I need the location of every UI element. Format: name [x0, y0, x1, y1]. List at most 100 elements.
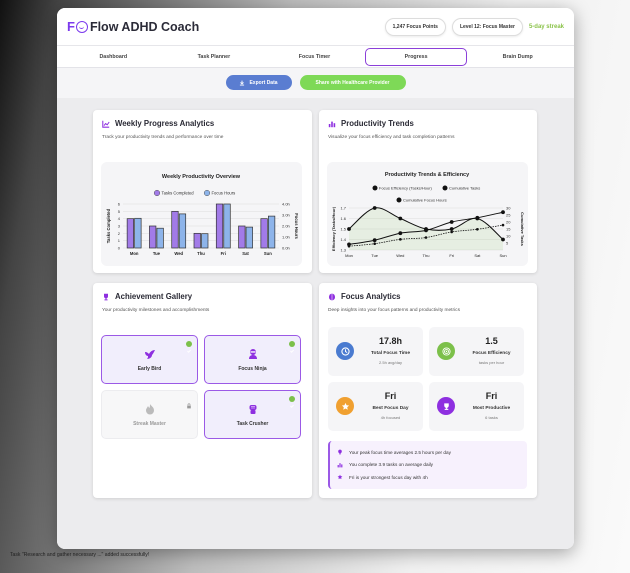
analytics-title: Focus Analytics [341, 292, 401, 301]
tab-dashboard[interactable]: Dashboard [63, 54, 164, 60]
bar-tasks [149, 225, 157, 249]
app-window: F Flow ADHD Coach 1,247 Focus Points Lev… [57, 8, 574, 549]
stat-value: 17.8h [378, 336, 402, 346]
check-icon [289, 341, 295, 353]
bar-hours [178, 213, 187, 249]
y2-tick-label: 3.0h [282, 213, 290, 218]
bird-icon [144, 349, 155, 359]
lock-icon [186, 396, 192, 414]
focus-analytics-card: Focus Analytics Deep insights into your … [319, 283, 537, 498]
y2-tick-label: 25 [506, 213, 511, 218]
y-axis-label: Tasks Completed [106, 208, 111, 243]
achievement-early-bird[interactable]: Early Bird [101, 335, 198, 384]
insight-item: Fri is your strongest focus day with 4h [337, 471, 520, 484]
star-icon [337, 474, 343, 480]
content-area: Weekly Progress Analytics Track your pro… [57, 98, 574, 549]
y2-tick-label: 15 [506, 227, 511, 232]
tab-focus-timer[interactable]: Focus Timer [264, 54, 365, 60]
achievement-gallery-card: Achievement Gallery Your productivity mi… [93, 283, 312, 498]
y-tick-label: 3 [118, 224, 121, 229]
legend-label: Focus Hours [212, 191, 236, 196]
data-point-cumulative-hours [373, 242, 376, 245]
check-icon [289, 396, 295, 408]
stat-sub: 2.5h avg/day [379, 360, 402, 365]
star-icon [336, 397, 354, 415]
achievement-streak-master[interactable]: Streak Master [101, 390, 198, 439]
export-data-button[interactable]: Export Data [225, 75, 292, 90]
stat-label: Focus Efficiency [472, 351, 511, 356]
y2-tick-label: 2.0h [282, 224, 290, 229]
y-tick-label: 0 [118, 246, 121, 251]
insight-text: Fri is your strongest focus day with 4h [349, 474, 428, 480]
data-point-cumulative-tasks [501, 210, 505, 215]
stat-sub: tasks per hour [478, 360, 505, 365]
achievement-focus-ninja[interactable]: Focus Ninja [204, 335, 301, 384]
legend-swatch [203, 189, 211, 197]
trends-subtitle: Visualize your focus efficiency and task… [328, 135, 455, 140]
app-logo[interactable]: F Flow ADHD Coach [67, 19, 199, 34]
y2-tick-label: 0.0h [282, 246, 290, 251]
data-point-efficiency [347, 227, 351, 231]
smiley-icon [75, 20, 88, 33]
legend-swatch [153, 189, 161, 197]
data-point-cumulative-hours [347, 244, 351, 248]
bar-tasks [215, 203, 224, 249]
y2-axis-label: Focus Hours [294, 213, 299, 239]
y-tick-label: 1.6 [340, 216, 346, 221]
share-provider-button[interactable]: Share with Healthcare Provider [299, 75, 406, 90]
bar-hours [156, 227, 164, 249]
x-tick-label: Thu [423, 253, 430, 258]
tab-progress[interactable]: Progress [364, 47, 468, 66]
insights-panel: Your peak focus time averages 2.5 hours … [328, 441, 527, 489]
legend-label: Focus Efficiency (Tasks/Hour) [379, 186, 432, 191]
chart-icon [102, 120, 110, 128]
y-tick-label: 5 [118, 209, 121, 214]
achievements-subtitle: Your productivity milestones and accompl… [102, 308, 210, 313]
data-point-cumulative-hours [501, 223, 505, 227]
weekly-productivity-chart: Weekly Productivity Overview Tasks Comple… [106, 174, 299, 256]
data-point-efficiency [372, 206, 377, 210]
insight-text: You complete 3.9 tasks on average daily [349, 462, 433, 468]
data-point-cumulative-hours [399, 238, 402, 241]
stat-label: Best Focus Day [372, 406, 409, 411]
x-tick-label: Fri [449, 253, 454, 258]
chart-title: Productivity Trends & Efficiency [385, 172, 470, 178]
legend-swatch [442, 185, 448, 191]
y2-axis-label: Cumulative Tasks [520, 212, 525, 246]
x-tick-label: Fri [221, 251, 226, 256]
legend-label: Cumulative Tasks [449, 186, 480, 191]
achievement-task-crusher[interactable]: Task Crusher [204, 390, 301, 439]
stat-value: Fri [485, 391, 498, 401]
target-icon [437, 342, 455, 360]
data-point-cumulative-tasks [424, 228, 428, 233]
data-point-cumulative-tasks [449, 220, 454, 224]
achievement-name: Task Crusher [236, 420, 269, 427]
achievement-name: Focus Ninja [238, 365, 267, 372]
data-point-efficiency [398, 216, 403, 221]
y2-tick-label: 20 [506, 220, 511, 225]
download-icon [240, 80, 245, 86]
brain-icon [328, 293, 336, 301]
tab-task-planner[interactable]: Task Planner [164, 54, 265, 60]
legend-swatch [396, 197, 402, 203]
level-badge: Level 12: Focus Master [451, 17, 523, 36]
bar-hours [201, 233, 209, 249]
data-point-cumulative-tasks [398, 231, 403, 236]
insight-item: Your peak focus time averages 2.5 hours … [337, 446, 520, 459]
x-tick-label: Mon [345, 253, 353, 258]
data-point-cumulative-tasks [475, 215, 480, 220]
legend-swatch [372, 185, 378, 191]
data-point-cumulative-hours [424, 236, 428, 239]
weekly-progress-card: Weekly Progress Analytics Track your pro… [93, 110, 312, 273]
stat-most-productive: Fri Most Productive 6 tasks [429, 382, 524, 431]
y-axis-label: Efficiency (Tasks/Hour) [331, 206, 336, 251]
achievements-title: Achievement Gallery [115, 292, 193, 301]
achievement-name: Early Bird [137, 365, 162, 372]
y2-tick-label: 1.0h [282, 235, 290, 240]
flame-icon [145, 403, 154, 414]
ninja-icon [248, 348, 257, 359]
y2-tick-label: 4.0h [282, 202, 290, 207]
tab-brain-dump[interactable]: Brain Dump [467, 54, 568, 60]
chart-title: Weekly Productivity Overview [162, 174, 241, 180]
trends-title: Productivity Trends [341, 119, 414, 128]
